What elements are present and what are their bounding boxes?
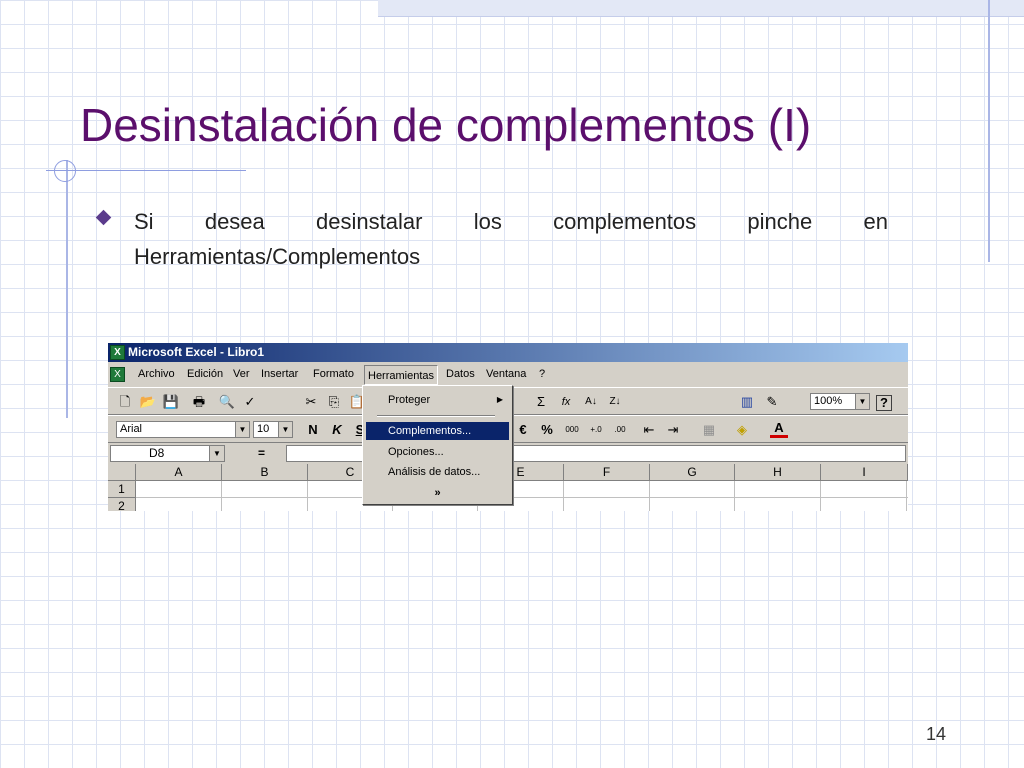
decrease-decimal-icon[interactable]: .00 <box>611 421 629 439</box>
tools-menu-dropdown: Proteger ▶ Complementos... Opciones... A… <box>362 385 513 505</box>
column-header-h[interactable]: H <box>735 464 821 481</box>
excel-screenshot: X Microsoft Excel - Libro1 X Archivo Edi… <box>108 343 908 511</box>
slide-body-text: Si desea desinstalar los complementos pi… <box>134 209 888 269</box>
name-box-value: D8 <box>149 446 165 460</box>
autosum-icon[interactable]: Σ <box>532 393 550 411</box>
print-icon[interactable]: 🖶 <box>190 393 208 411</box>
menu-ventana[interactable]: Ventana <box>486 368 526 380</box>
column-header-a[interactable]: A <box>136 464 222 481</box>
menu-item-label: Proteger <box>388 394 431 406</box>
spell-check-icon[interactable]: ✓ <box>241 393 259 411</box>
excel-app-icon: X <box>110 345 125 360</box>
column-header-g[interactable]: G <box>650 464 735 481</box>
column-gridline <box>563 481 564 511</box>
copy-icon[interactable]: ⎘ <box>325 393 343 411</box>
open-icon[interactable]: 📂 <box>139 393 157 411</box>
menu-datos[interactable]: Datos <box>446 368 475 380</box>
borders-icon[interactable]: ▦ <box>700 421 718 439</box>
excel-menubar: X Archivo Edición Ver Insertar Formato H… <box>108 365 908 385</box>
menu-item-complementos[interactable]: Complementos... <box>366 422 509 440</box>
sort-descending-icon[interactable]: Z↓ <box>606 393 624 411</box>
percent-icon[interactable]: % <box>538 421 556 439</box>
slide-title: Desinstalación de complementos (I) <box>80 99 812 151</box>
crosshair-ornament-icon <box>54 160 76 182</box>
help-icon[interactable]: ? <box>876 395 892 411</box>
column-gridline <box>906 481 907 511</box>
submenu-arrow-icon: ▶ <box>496 395 503 404</box>
excel-titlebar: X Microsoft Excel - Libro1 <box>108 343 908 362</box>
fill-color-icon[interactable]: ◈ <box>733 421 751 439</box>
select-all-corner[interactable] <box>108 464 136 481</box>
column-gridline <box>221 481 222 511</box>
function-icon[interactable]: fx <box>557 393 575 411</box>
font-name-value: Arial <box>120 423 143 435</box>
column-gridline <box>734 481 735 511</box>
right-decorative-line <box>988 0 990 262</box>
page-number: 14 <box>925 724 946 744</box>
name-box[interactable]: D8 ▼ <box>110 445 225 462</box>
excel-window-title: Microsoft Excel - Libro1 <box>128 345 265 359</box>
new-icon[interactable]: 🗋 <box>116 393 134 411</box>
euro-icon[interactable]: € <box>514 421 532 439</box>
column-header-f[interactable]: F <box>564 464 650 481</box>
menu-help[interactable]: ? <box>539 368 545 380</box>
cut-icon[interactable]: ✂ <box>302 393 320 411</box>
row-header-2[interactable]: 2 <box>108 498 136 511</box>
left-decorative-line <box>66 160 68 418</box>
formula-sign: = <box>258 446 266 460</box>
column-header-i[interactable]: I <box>821 464 908 481</box>
menu-edicion[interactable]: Edición <box>187 368 223 380</box>
menu-herramientas[interactable]: Herramientas <box>364 365 439 385</box>
column-gridline <box>307 481 308 511</box>
bold-icon[interactable]: N <box>304 421 322 439</box>
drawing-icon[interactable]: ✎ <box>763 393 781 411</box>
menu-item-opciones[interactable]: Opciones... <box>366 443 509 461</box>
menu-ver[interactable]: Ver <box>233 368 250 380</box>
decrease-indent-icon[interactable]: ⇤ <box>640 421 658 439</box>
expand-menu-icon[interactable]: » <box>366 484 509 502</box>
increase-decimal-icon[interactable]: +.0 <box>587 421 605 439</box>
title-rule <box>46 170 246 171</box>
font-name-select[interactable]: Arial ▼ <box>116 421 250 438</box>
thousands-icon[interactable]: 000 <box>563 421 581 439</box>
menu-formato[interactable]: Formato <box>313 368 354 380</box>
font-size-value: 10 <box>257 423 270 435</box>
chevron-down-icon[interactable]: ▼ <box>209 446 224 461</box>
increase-indent-icon[interactable]: ⇥ <box>664 421 682 439</box>
zoom-value: 100% <box>814 395 843 407</box>
menu-archivo[interactable]: Archivo <box>138 368 175 380</box>
chevron-down-icon[interactable]: ▼ <box>278 422 292 437</box>
row-gridline <box>136 497 908 498</box>
chevron-down-icon[interactable]: ▼ <box>235 422 249 437</box>
menu-insertar[interactable]: Insertar <box>261 368 298 380</box>
italic-icon[interactable]: K <box>328 421 346 439</box>
chart-wizard-icon[interactable]: ▥ <box>738 393 756 411</box>
font-color-icon[interactable]: A <box>770 421 788 438</box>
chevron-down-icon[interactable]: ▼ <box>855 394 869 409</box>
column-gridline <box>820 481 821 511</box>
zoom-select[interactable]: 100% ▼ <box>810 393 870 410</box>
diamond-bullet-icon <box>95 209 112 226</box>
menu-item-proteger[interactable]: Proteger ▶ <box>366 391 509 409</box>
document-icon[interactable]: X <box>110 367 125 382</box>
top-decorative-band <box>378 0 1024 17</box>
sort-ascending-icon[interactable]: A↓ <box>582 393 600 411</box>
menu-item-analisis-de-datos[interactable]: Análisis de datos... <box>366 463 509 481</box>
column-gridline <box>649 481 650 511</box>
column-header-b[interactable]: B <box>222 464 308 481</box>
save-icon[interactable]: 💾 <box>162 393 180 411</box>
row-header-1[interactable]: 1 <box>108 481 136 498</box>
font-size-select[interactable]: 10 ▼ <box>253 421 293 438</box>
menu-separator <box>377 415 495 417</box>
preview-icon[interactable]: 🔍 <box>218 393 236 411</box>
